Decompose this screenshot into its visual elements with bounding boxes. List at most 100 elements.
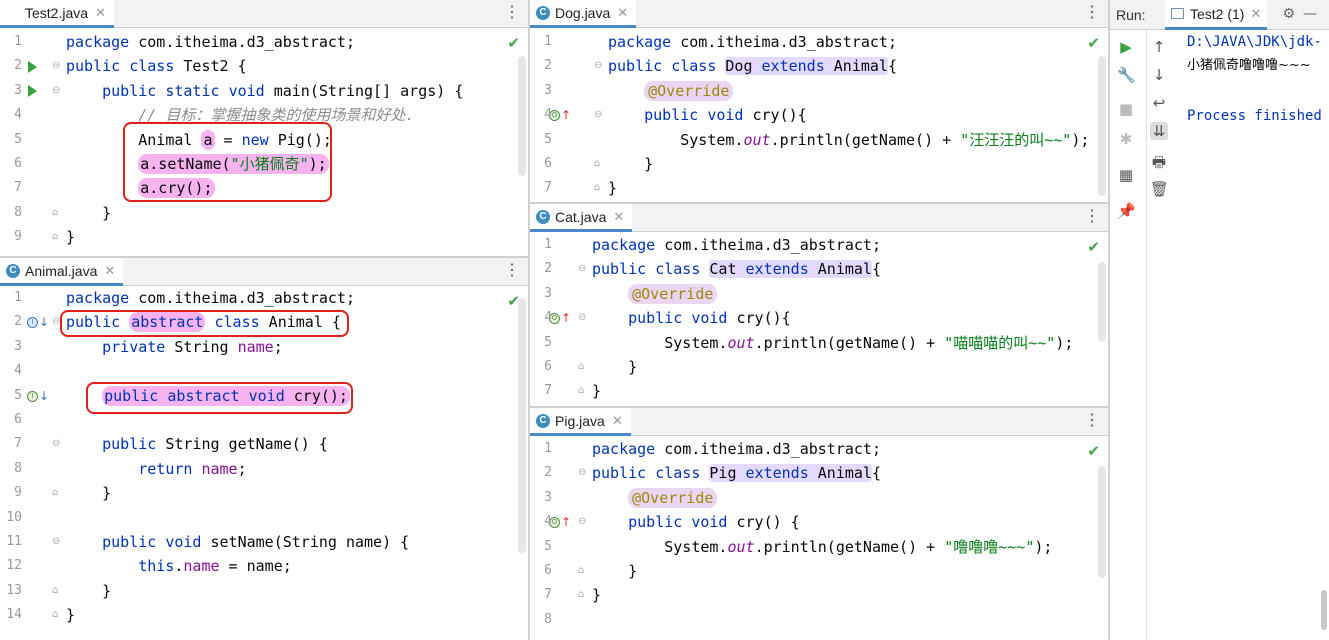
fold-icon[interactable]: ⊖	[52, 316, 60, 327]
code-line[interactable]: // 目标：掌握抽象类的使用场景和好处.	[66, 103, 414, 127]
console-output[interactable]: D:\JAVA\JDK\jdk- 小猪佩奇噜噜噜~~~ Process fini…	[1187, 30, 1329, 640]
code-line[interactable]: public class Cat extends Animal{	[592, 257, 881, 281]
run-tab[interactable]: Test2 (1) ✕	[1165, 0, 1268, 30]
code-line[interactable]: public abstract class Animal {	[66, 310, 341, 334]
splitter[interactable]	[530, 202, 1108, 204]
override-gutter-icon[interactable]: O ↑	[549, 108, 571, 122]
fold-icon[interactable]: ⌂	[578, 565, 584, 576]
code-line[interactable]: }	[66, 603, 75, 627]
stop-icon[interactable]: ■	[1117, 100, 1135, 118]
scrollbar[interactable]	[1098, 466, 1106, 578]
code-line[interactable]: }	[66, 225, 75, 249]
code-line[interactable]: return name;	[66, 457, 246, 481]
tab-cat[interactable]: C Cat.java ✕	[530, 204, 633, 232]
fold-icon[interactable]: ⌂	[52, 487, 58, 498]
code-line[interactable]: public String getName() {	[66, 432, 328, 456]
code-line[interactable]: }	[592, 379, 601, 403]
tab-test2[interactable]: C Test2.java ✕	[0, 0, 114, 28]
code-line[interactable]: }	[66, 201, 111, 225]
scrollbar[interactable]	[1098, 262, 1106, 342]
fold-icon[interactable]: ⊖	[594, 109, 602, 120]
splitter[interactable]	[0, 256, 528, 258]
code-line[interactable]: public class Dog extends Animal{	[608, 54, 897, 78]
fold-icon[interactable]: ⊖	[52, 438, 60, 449]
code-line[interactable]: package com.itheima.d3_abstract;	[608, 30, 897, 54]
scrollbar[interactable]	[1098, 56, 1106, 196]
code-line[interactable]: public void cry() {	[592, 510, 800, 534]
trash-icon[interactable]: 🗑	[1150, 180, 1169, 198]
run-icon[interactable]: ▶	[1117, 38, 1135, 56]
close-icon[interactable]: ✕	[95, 5, 106, 21]
fold-icon[interactable]: ⌂	[594, 182, 600, 193]
fold-icon[interactable]: ⊖	[52, 536, 60, 547]
tab-dog[interactable]: C Dog.java ✕	[530, 0, 637, 28]
code-line[interactable]: }	[608, 152, 653, 176]
scroll-end-icon[interactable]: ⇊	[1150, 122, 1168, 140]
implemented-gutter-icon[interactable]: I ↓	[27, 315, 49, 329]
code-line[interactable]: a.cry();	[66, 176, 215, 200]
code-line[interactable]: }	[592, 559, 637, 583]
code-line[interactable]: @Override	[592, 486, 718, 510]
close-icon[interactable]: ✕	[617, 5, 628, 21]
run-gutter-icon[interactable]	[28, 85, 37, 97]
code-line[interactable]: package com.itheima.d3_abstract;	[592, 233, 881, 257]
implemented-gutter-icon[interactable]: I ↓	[27, 389, 49, 403]
fold-icon[interactable]: ⌂	[52, 585, 58, 596]
code-line[interactable]: public abstract void cry();	[66, 384, 350, 408]
override-gutter-icon[interactable]: O ↑	[549, 515, 571, 529]
fold-icon[interactable]: ⌂	[578, 361, 584, 372]
scrollbar[interactable]	[518, 298, 526, 553]
fold-icon[interactable]: ⊖	[578, 467, 586, 478]
fold-icon[interactable]: ⊖	[578, 263, 586, 274]
code-line[interactable]: Animal a = new Pig();	[66, 128, 332, 152]
soft-wrap-icon[interactable]: ↩	[1150, 94, 1168, 112]
code-line[interactable]: package com.itheima.d3_abstract;	[66, 286, 355, 310]
code-line[interactable]: package com.itheima.d3_abstract;	[66, 30, 355, 54]
fold-icon[interactable]: ⊖	[52, 85, 60, 96]
fold-icon[interactable]: ⊖	[578, 516, 586, 527]
fold-icon[interactable]: ⌂	[578, 589, 584, 600]
close-icon[interactable]: ✕	[1250, 6, 1261, 22]
print-icon[interactable]: 🖶	[1150, 152, 1168, 177]
code-line[interactable]: public void cry(){	[592, 306, 791, 330]
scrollbar[interactable]	[518, 56, 526, 176]
splitter[interactable]	[528, 0, 530, 640]
fold-icon[interactable]: ⌂	[594, 158, 600, 169]
wrench-icon[interactable]: 🔧	[1117, 66, 1136, 84]
fold-icon[interactable]: ⌂	[52, 609, 58, 620]
close-icon[interactable]: ✕	[104, 263, 115, 279]
close-icon[interactable]: ✕	[613, 209, 624, 225]
override-gutter-icon[interactable]: O ↑	[549, 311, 571, 325]
gear-icon[interactable]: ⚙	[1282, 6, 1303, 22]
fold-icon[interactable]: ⌂	[52, 207, 58, 218]
code-line[interactable]: public void cry(){	[608, 103, 807, 127]
splitter[interactable]	[530, 406, 1108, 408]
code-line[interactable]: @Override	[608, 79, 734, 103]
code-line[interactable]: }	[592, 355, 637, 379]
code-line[interactable]: package com.itheima.d3_abstract;	[592, 437, 881, 461]
more-icon[interactable]: ⋮	[504, 263, 520, 279]
layout-icon[interactable]: ▦	[1117, 166, 1135, 184]
scrollbar[interactable]	[1321, 590, 1327, 630]
tab-animal[interactable]: C Animal.java ✕	[0, 258, 124, 286]
code-line[interactable]: public static void main(String[] args) {	[66, 79, 463, 103]
code-line[interactable]: System.out.println(getName() + "噜噜噜~~~")…	[592, 535, 1052, 559]
run-gutter-icon[interactable]	[28, 61, 37, 73]
more-icon[interactable]: ⋮	[504, 5, 520, 21]
pin-icon[interactable]: 📌	[1117, 202, 1136, 220]
fold-icon[interactable]: ⊖	[578, 312, 586, 323]
minimize-icon[interactable]: —	[1303, 6, 1325, 22]
rerun-icon[interactable]: ✱	[1117, 130, 1135, 148]
more-icon[interactable]: ⋮	[1084, 209, 1100, 225]
fold-icon[interactable]: ⌂	[52, 231, 58, 242]
code-line[interactable]: public class Test2 {	[66, 54, 247, 78]
fold-icon[interactable]: ⊖	[52, 60, 60, 71]
up-arrow-icon[interactable]: ↑	[1150, 38, 1168, 56]
down-arrow-icon[interactable]: ↓	[1150, 66, 1168, 84]
code-line[interactable]: public class Pig extends Animal{	[592, 461, 881, 485]
code-line[interactable]: @Override	[592, 282, 718, 306]
code-line[interactable]: a.setName("小猪佩奇");	[66, 152, 329, 176]
code-line[interactable]: this.name = name;	[66, 554, 292, 578]
code-line[interactable]: }	[608, 176, 617, 200]
tab-pig[interactable]: C Pig.java ✕	[530, 408, 631, 436]
